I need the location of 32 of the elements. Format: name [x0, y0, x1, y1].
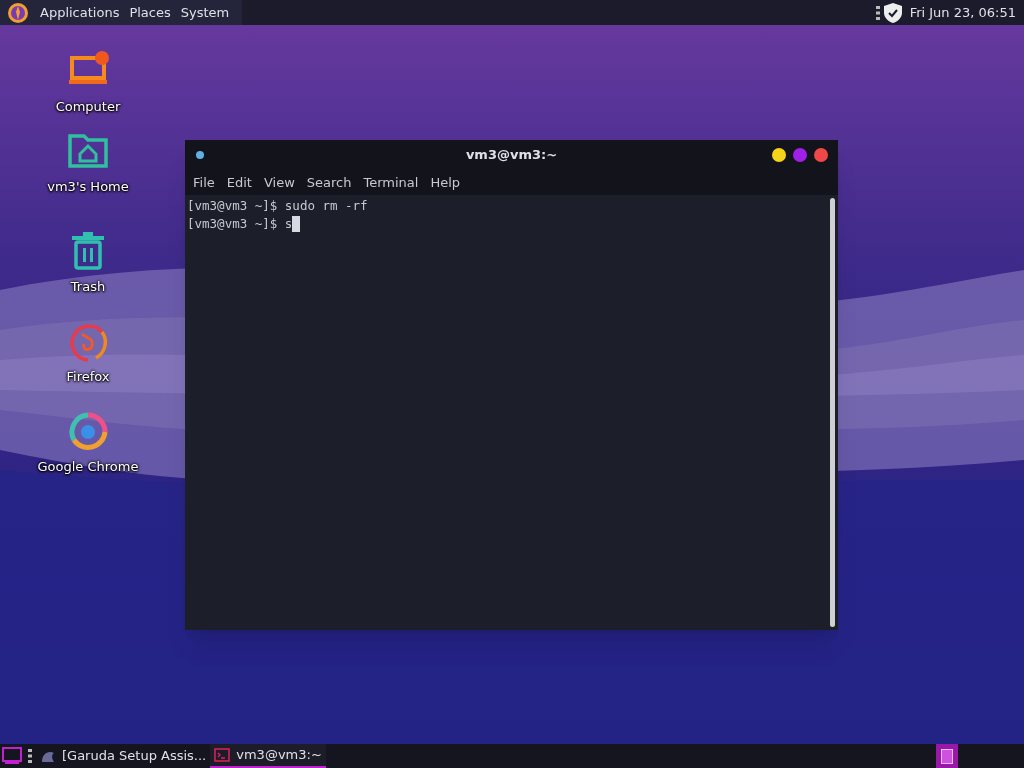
close-button[interactable]	[814, 148, 828, 162]
icon-label[interactable]: Computer	[55, 97, 121, 117]
taskbar-button[interactable]: vm3@vm3:~	[210, 744, 326, 768]
clock[interactable]: Fri Jun 23, 06:51	[909, 2, 1016, 23]
terminal-line: [vm3@vm3 ~]$ sudo rm -rf	[187, 197, 368, 215]
shield-icon[interactable]	[883, 2, 902, 23]
maximize-button[interactable]	[793, 148, 807, 162]
workspace-button[interactable]	[936, 744, 958, 768]
grip-icon[interactable]	[28, 748, 32, 764]
menu-item[interactable]: Terminal	[358, 172, 424, 193]
menu-item[interactable]: Edit	[221, 172, 257, 193]
terminal-line: [vm3@vm3 ~]$ s	[187, 215, 293, 233]
menu-item[interactable]: Search	[301, 172, 357, 193]
grip-icon[interactable]	[875, 4, 880, 21]
icon-label[interactable]: Firefox	[66, 367, 110, 387]
scrollbar[interactable]	[830, 198, 835, 627]
menu-item[interactable]: Help	[425, 172, 466, 193]
panel-menu[interactable]: Places	[124, 0, 176, 25]
icon-label[interactable]: vm3's Home	[47, 177, 129, 197]
window-title: vm3@vm3:~	[464, 146, 559, 165]
terminal-area[interactable]: [vm3@vm3 ~]$ sudo rm -rf [vm3@vm3 ~]$ s	[185, 195, 830, 630]
panel-menu[interactable]: System	[175, 0, 235, 25]
minimize-button[interactable]	[772, 148, 786, 162]
menu-item[interactable]: File	[188, 172, 220, 193]
terminal-icon	[214, 748, 231, 762]
app-menu-icon[interactable]	[7, 1, 29, 24]
menu-item[interactable]: View	[258, 172, 300, 193]
icon-label[interactable]: Google Chrome	[37, 457, 139, 477]
panel-menu[interactable]: Applications	[35, 0, 125, 25]
icon-label[interactable]: Trash	[70, 277, 106, 297]
show-desktop-icon[interactable]	[2, 747, 22, 765]
taskbar-button[interactable]: [Garuda Setup Assis...	[36, 744, 211, 768]
